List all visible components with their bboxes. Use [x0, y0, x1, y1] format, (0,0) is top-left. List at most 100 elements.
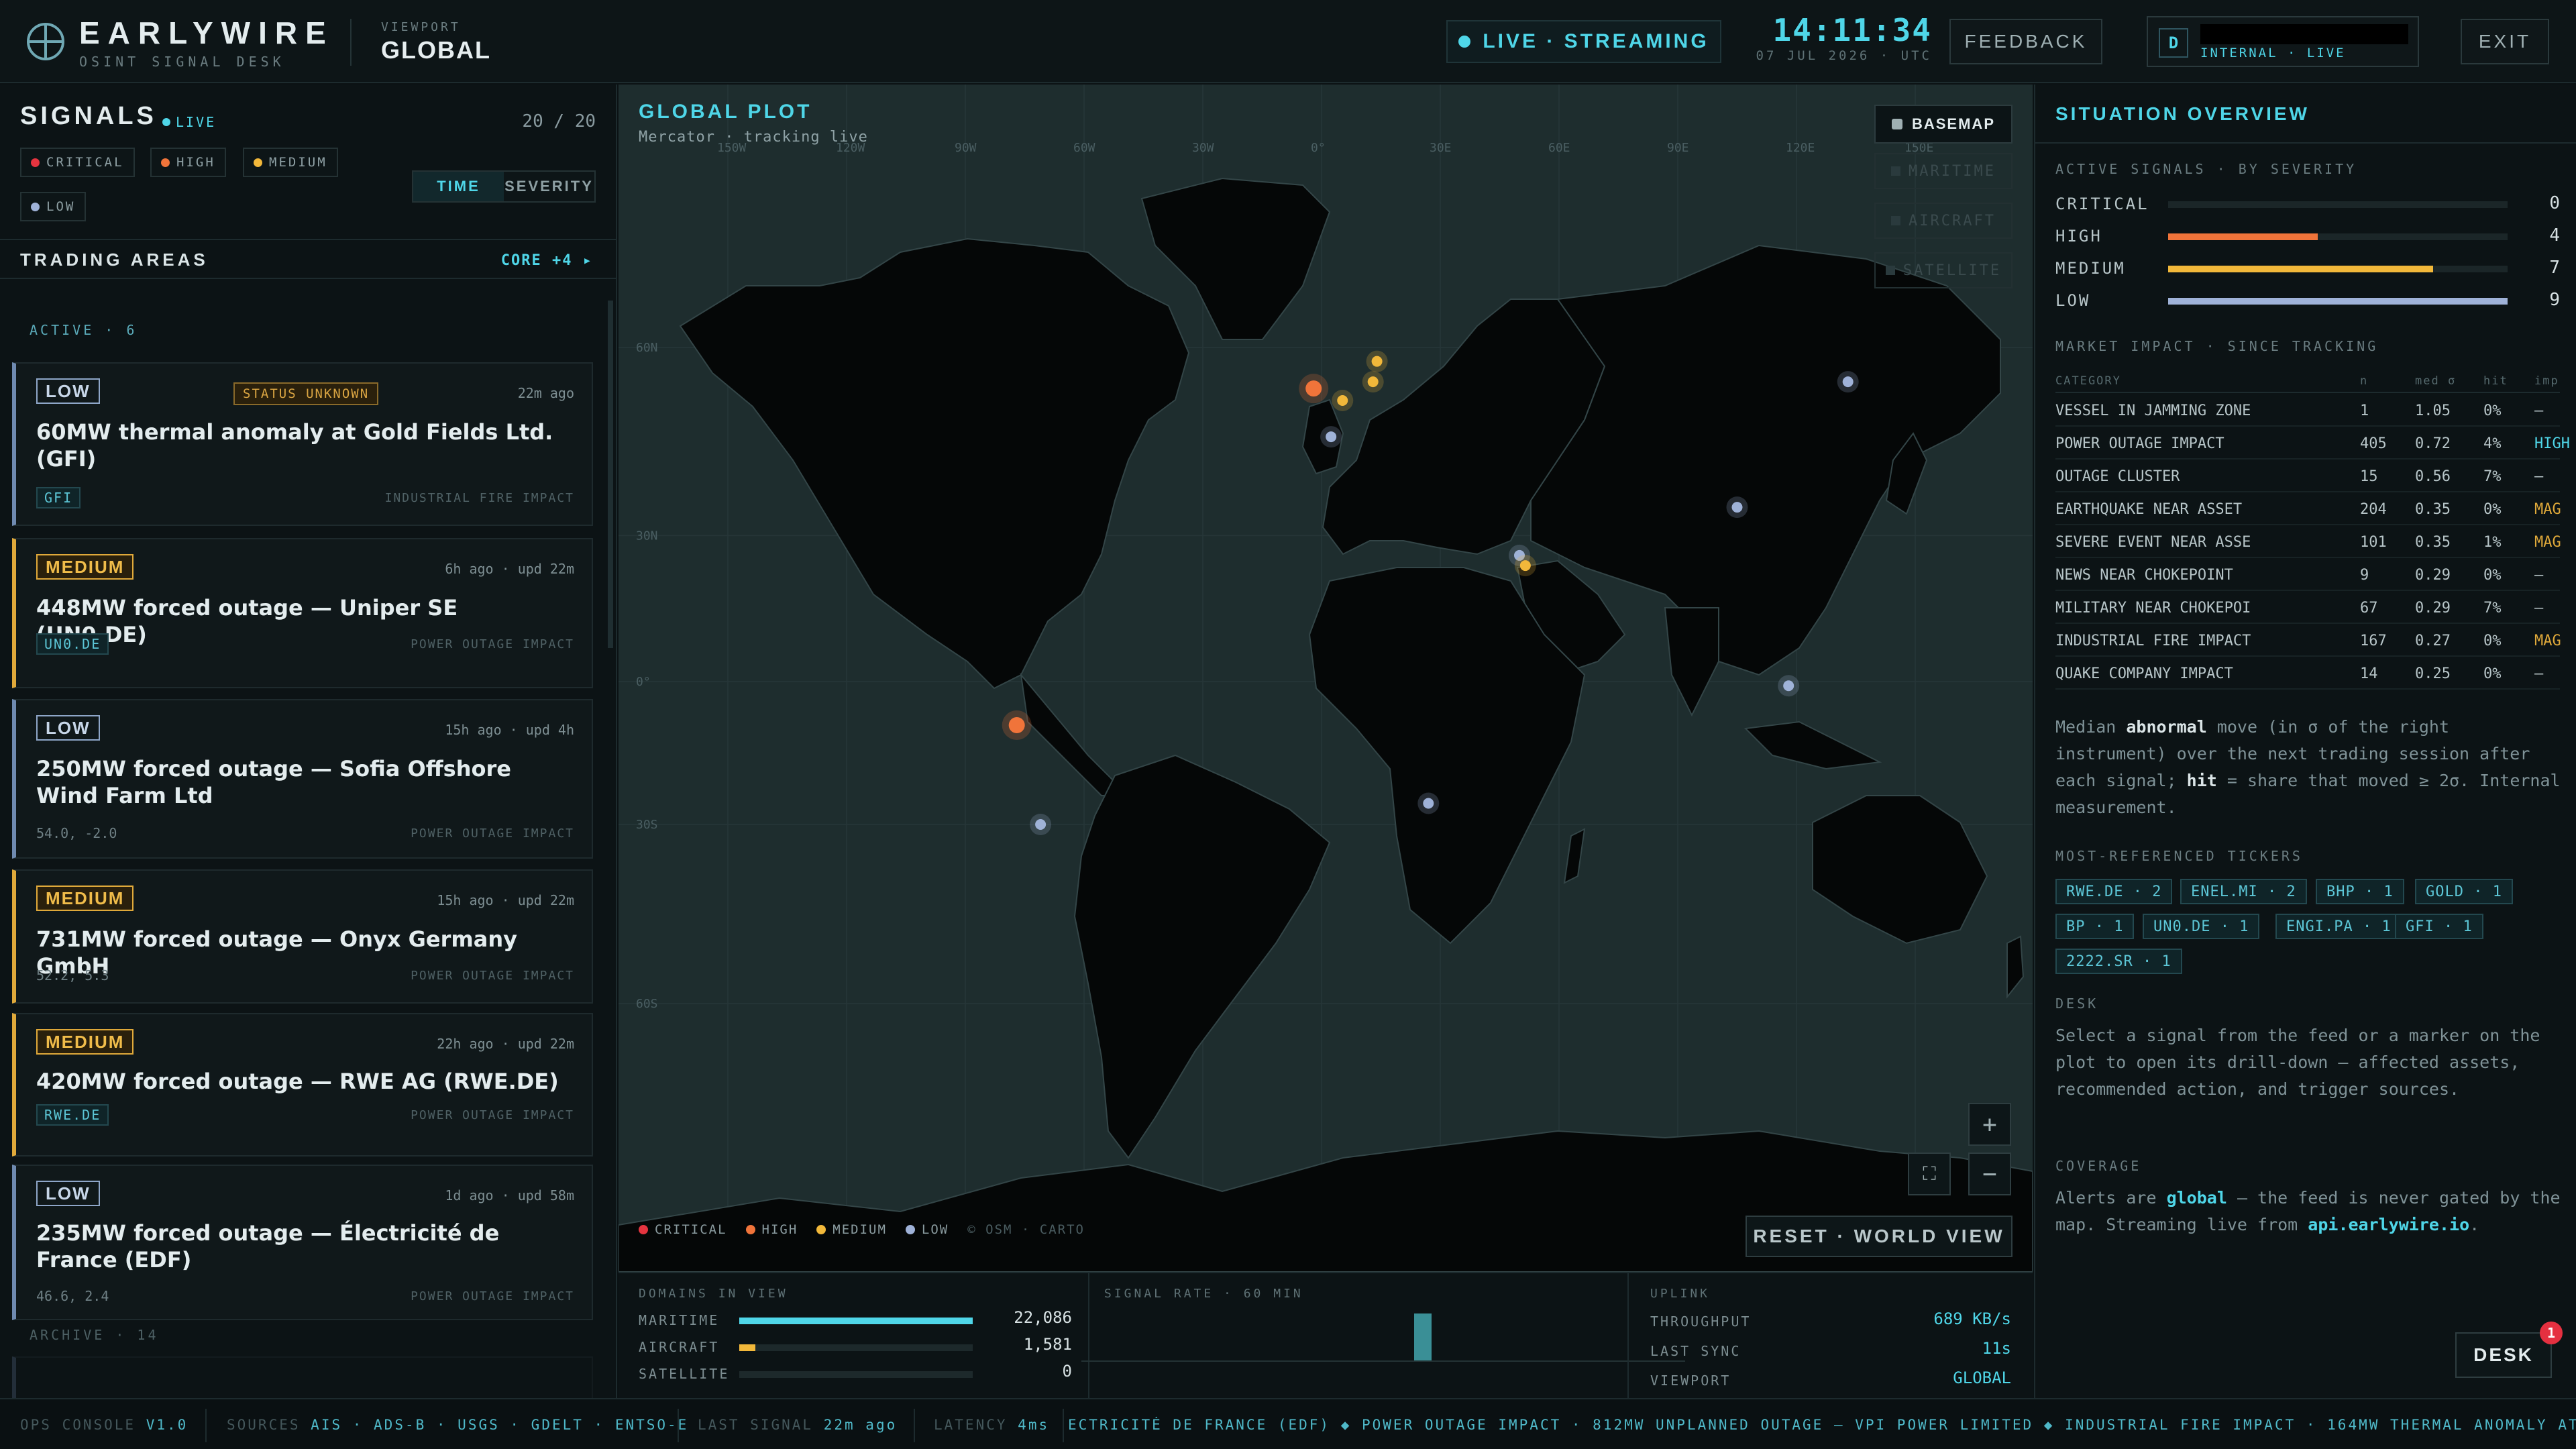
ticker-tag[interactable]: GOLD · 1	[2415, 879, 2513, 904]
exit-button[interactable]: EXIT	[2461, 19, 2549, 64]
marker-dot[interactable]	[1008, 717, 1025, 733]
basemap-toggle[interactable]: BASEMAP	[1874, 105, 2012, 144]
brand-subtitle: OSINT SIGNAL DESK	[79, 54, 285, 70]
marker-dot[interactable]	[1519, 560, 1531, 572]
domain-label: SATELLITE	[639, 1366, 730, 1382]
signal-card[interactable]: LOW 1d ago · upd 58m 235MW forced outage…	[12, 1165, 593, 1320]
live-status-pill: LIVE · STREAMING	[1446, 20, 1721, 63]
card-time: 22h ago · upd 22m	[437, 1036, 574, 1052]
layer-satellite-toggle[interactable]: SATELLITE	[1874, 252, 2012, 288]
ticker-tag[interactable]: GFI	[36, 487, 81, 508]
signal-card[interactable]: LOW 15h ago · upd 4h 250MW forced outage…	[12, 699, 593, 859]
card-type: POWER OUTAGE IMPACT	[411, 826, 574, 841]
ticker-tag[interactable]: BHP · 1	[2316, 879, 2404, 904]
central-america-landmass	[1020, 672, 1130, 796]
signal-marker-medium[interactable]	[1514, 555, 1536, 577]
card-time: 22m ago	[517, 385, 574, 401]
zoom-in-button[interactable]: +	[1968, 1103, 2011, 1146]
layer-maritime-toggle[interactable]: MARITIME	[1874, 153, 2012, 189]
api-link[interactable]: api.earlywire.io	[2308, 1215, 2469, 1234]
ticker-tag[interactable]: 2222.SR · 1	[2055, 949, 2182, 974]
impact-cell: 0%	[2483, 665, 2502, 682]
signal-marker-low[interactable]	[1837, 371, 1859, 393]
impact-cell: 101	[2360, 534, 2387, 551]
signal-marker-high[interactable]	[1002, 710, 1032, 740]
marker-dot[interactable]	[1337, 394, 1348, 406]
longitude-label: 30E	[1430, 141, 1452, 155]
signal-marker-low[interactable]	[1030, 814, 1052, 835]
ticker-tag[interactable]: ENGI.PA · 1	[2275, 914, 2402, 939]
layer-aircraft-toggle[interactable]: AIRCRAFT	[1874, 203, 2012, 239]
signal-marker-medium[interactable]	[1332, 389, 1354, 411]
panel-title: SIGNALS	[20, 102, 157, 130]
card-type: POWER OUTAGE IMPACT	[411, 1289, 574, 1303]
reset-world-view-button[interactable]: RESET · WORLD VIEW	[1746, 1216, 2012, 1257]
severity-count: 0	[2549, 193, 2560, 213]
marker-dot[interactable]	[1326, 431, 1337, 443]
ticker-tag[interactable]: RWE.DE · 2	[2055, 879, 2173, 904]
signal-card[interactable]: MEDIUM 6h ago · upd 22m 448MW forced out…	[12, 538, 593, 688]
ticker-tag[interactable]: ENEL.MI · 2	[2180, 879, 2307, 904]
impact-row: OUTAGE CLUSTER 15 0.56 7% —	[2055, 460, 2560, 492]
uplink-label: THROUGHPUT	[1650, 1313, 1752, 1330]
signal-card[interactable]: MEDIUM 22h ago · upd 22m 420MW forced ou…	[12, 1013, 593, 1157]
map-canvas[interactable]: 150W 120W 90W 60W 30W 0° 30E 60E 90E 120E 150E 60N…	[619, 85, 2033, 1272]
sort-severity-button[interactable]: SEVERITY	[504, 172, 594, 201]
impact-cell: 4%	[2483, 435, 2502, 452]
marker-dot[interactable]	[1783, 680, 1794, 692]
ticker-tag[interactable]: RWE.DE	[36, 1104, 109, 1126]
filter-label: CRITICAL	[46, 155, 124, 170]
impact-category: INDUSTRIAL FIRE IMPACT	[2055, 633, 2251, 649]
signal-marker-low[interactable]	[1417, 792, 1440, 814]
scrollbar[interactable]	[608, 301, 613, 648]
desk-button[interactable]: DESK	[2455, 1332, 2552, 1378]
signal-marker-medium[interactable]	[1362, 371, 1384, 393]
card-time: 6h ago · upd 22m	[445, 561, 574, 577]
signal-marker-medium[interactable]	[1366, 350, 1388, 372]
latitude-label: 60S	[636, 997, 658, 1011]
impact-row: POWER OUTAGE IMPACT 405 0.72 4% HIGH	[2055, 427, 2570, 460]
ticker-tag[interactable]: BP · 1	[2055, 914, 2135, 939]
zoom-out-button[interactable]: −	[1968, 1152, 2011, 1195]
marker-dot[interactable]	[1371, 356, 1383, 367]
ticker-tag[interactable]: UN0.DE · 1	[2143, 914, 2260, 939]
layer-label: AIRCRAFT	[1909, 212, 1996, 229]
signal-marker-high[interactable]	[1299, 374, 1329, 404]
marker-dot[interactable]	[1842, 376, 1854, 388]
filter-high[interactable]: HIGH	[150, 148, 226, 177]
trading-areas-link[interactable]: CORE +4 ▸	[501, 252, 593, 269]
marker-dot[interactable]	[1305, 380, 1322, 397]
global-plot-map[interactable]: 150W 120W 90W 60W 30W 0° 30E 60E 90E 120E 150E 60N…	[619, 85, 2033, 1272]
map-legend: CRITICAL HIGH MEDIUM LOW © OSM · CARTO	[639, 1222, 1085, 1237]
ticker-tag[interactable]: GFI · 1	[2395, 914, 2483, 939]
note-bold: hit	[2186, 771, 2217, 790]
last-signal: LAST SIGNAL 22m ago	[698, 1417, 897, 1433]
feedback-button[interactable]: FEEDBACK	[1949, 19, 2102, 64]
fullscreen-icon[interactable]: ⛶	[1908, 1152, 1951, 1195]
tickers-section-title: MOST-REFERENCED TICKERS	[2055, 848, 2303, 864]
filter-medium[interactable]: MEDIUM	[243, 148, 338, 177]
marker-dot[interactable]	[1035, 819, 1046, 830]
signal-marker-low[interactable]	[1778, 675, 1800, 697]
signal-card[interactable]: MEDIUM 15h ago · upd 22m 731MW forced ou…	[12, 869, 593, 1004]
marker-dot[interactable]	[1731, 502, 1743, 513]
signal-marker-low[interactable]	[1320, 426, 1342, 448]
filter-critical[interactable]: CRITICAL	[20, 148, 135, 177]
archived-signal-card[interactable]	[12, 1356, 593, 1398]
signal-marker-low[interactable]	[1726, 496, 1748, 519]
severity-badge: MEDIUM	[36, 554, 134, 580]
live-status-label: LIVE · STREAMING	[1483, 30, 1709, 52]
signal-card[interactable]: LOW STATUS UNKNOWN 22m ago 60MW thermal …	[12, 362, 593, 526]
impact-cell: 1%	[2483, 534, 2502, 551]
user-menu[interactable]: D INTERNAL · LIVE	[2147, 16, 2419, 67]
sort-time-button[interactable]: TIME	[413, 172, 504, 201]
coverage-text: Alerts are	[2055, 1188, 2167, 1208]
marker-dot[interactable]	[1367, 376, 1379, 388]
filter-low[interactable]: LOW	[20, 192, 87, 221]
ticker-tag[interactable]: UN0.DE	[36, 633, 109, 655]
severity-row-high: HIGH 4	[2055, 224, 2560, 248]
marker-dot[interactable]	[1423, 798, 1434, 809]
status-footer: OPS CONSOLE V1.0 SOURCES AIS · ADS-B · U…	[0, 1398, 2576, 1449]
card-title: 235MW forced outage — Électricité de Fra…	[36, 1220, 500, 1273]
medium-dot-icon	[254, 158, 262, 167]
